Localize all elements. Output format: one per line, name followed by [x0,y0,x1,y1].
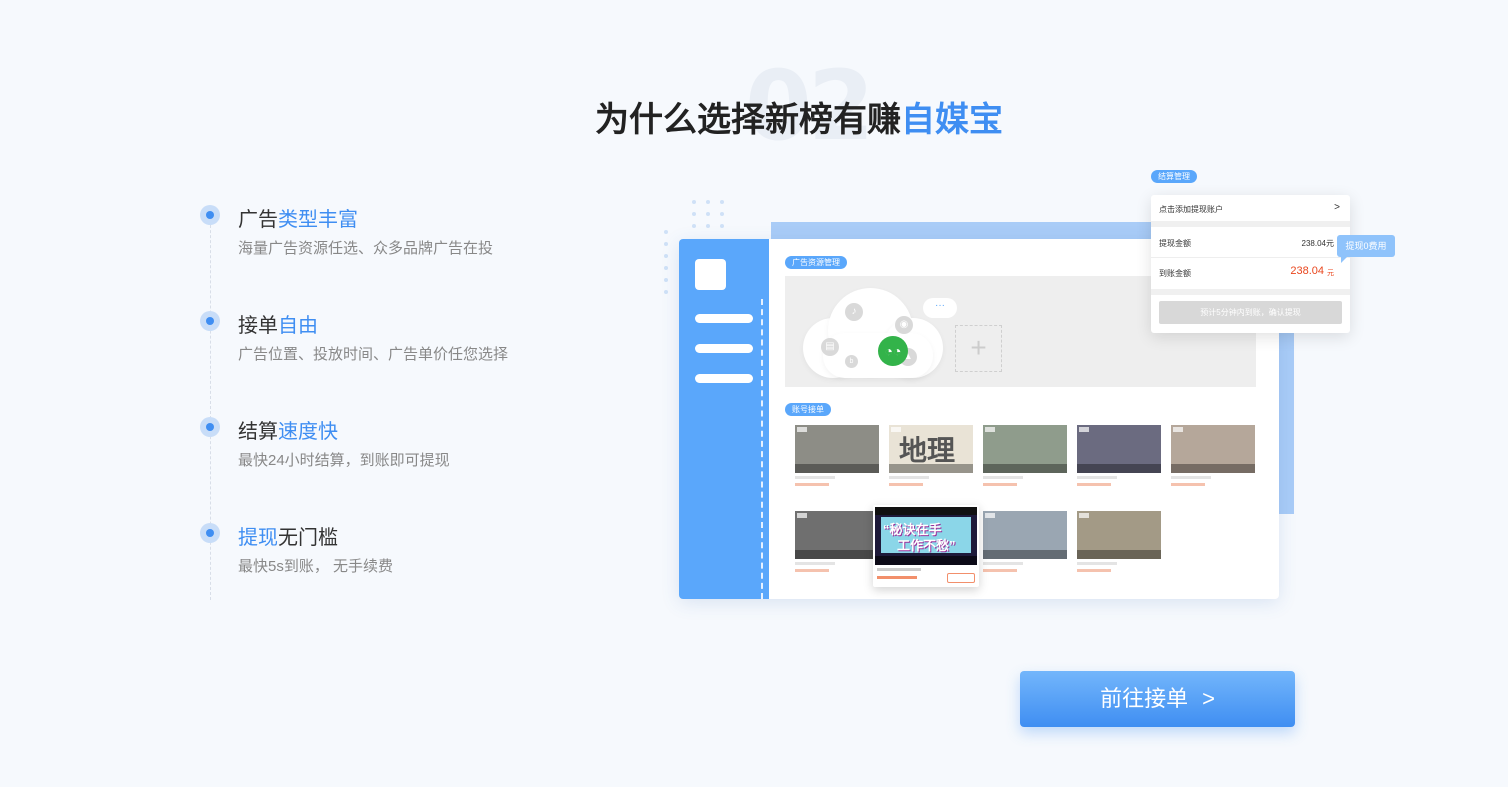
feature-title: 提现无门槛 [238,527,338,549]
chevron-right-icon: > [1334,202,1340,213]
order-card [983,511,1067,572]
order-card [795,511,879,572]
platform-cloud: ♪ ◉ ▤ ▲ b ◔◔ [803,288,943,378]
withdraw-label: 提现金额 [1159,239,1191,248]
account-order-tag: 账号接单 [785,403,831,416]
withdraw-value: 238.04元 [1301,239,1334,248]
toutiao-icon: ▤ [821,338,839,356]
order-card: 地理 [889,425,973,486]
featured-line2: 工作不愁” [897,538,956,553]
feature-title: 接单自由 [238,315,318,337]
feature-title: 广告类型丰富 [238,209,358,231]
chat-cloud-icon: ··· [923,298,957,318]
order-card [795,425,879,486]
mock-menu-item [695,344,753,353]
page-title: 为什么选择新榜有赚自媒宝 [0,92,1508,141]
feature-desc: 海量广告资源任选、众多品牌广告在投 [238,240,494,257]
feature-desc: 广告位置、投放时间、广告单价任您选择 [238,346,509,363]
order-card [1077,511,1161,572]
bullet-dot-icon [200,417,220,437]
arrive-unit: 元 [1327,270,1334,277]
mock-logo [695,259,726,290]
arrive-label: 到账金额 [1159,269,1191,278]
fee-bubble: 提现0费用 [1337,235,1395,263]
confirm-withdraw-button: 预计5分钟内到账，确认提现 [1159,301,1342,324]
geo-card-text: 地理 [899,434,956,467]
mock-menu-item [695,374,753,383]
bullet-dot-icon [200,205,220,225]
take-order-mini-button [947,573,975,583]
feature-title: 结算速度快 [238,421,338,443]
settlement-panel: 点击添加提现账户 > 提现金额 238.04元 到账金额 238.04 元 预计… [1151,195,1350,333]
title-highlight: 自媒宝 [901,101,1003,139]
featured-order-card: “秘诀在手 工作不愁” [873,505,979,587]
mock-divider [761,299,763,599]
cta-label: 前往接单 [1100,686,1189,711]
go-take-order-button[interactable]: 前往接单 > [1020,671,1295,727]
bullet-dot-icon [200,311,220,331]
feature-desc: 最快24小时结算，到账即可提现 [238,452,450,469]
mock-menu-item [695,314,753,323]
douyin-icon: ♪ [845,303,863,321]
title-plain: 为什么选择新榜有赚 [595,101,901,139]
arrive-value: 238.04 [1290,265,1324,277]
bilibili-icon: b [845,355,858,368]
feature-desc: 最快5s到账， 无手续费 [238,558,394,575]
ad-resource-tag: 广告资源管理 [785,256,847,269]
weibo-icon: ◉ [895,316,913,334]
settlement-tag: 结算管理 [1151,170,1197,183]
order-card [983,425,1067,486]
bullet-dot-icon [200,523,220,543]
wechat-icon: ◔◔ [878,336,908,366]
featured-card-image: “秘诀在手 工作不愁” [875,507,977,565]
mock-sidebar [679,239,769,599]
add-account-link: 点击添加提现账户 [1159,205,1223,214]
order-card [1171,425,1255,486]
add-platform-icon: + [955,325,1002,372]
order-card [1077,425,1161,486]
chevron-right-icon: > [1202,686,1215,711]
